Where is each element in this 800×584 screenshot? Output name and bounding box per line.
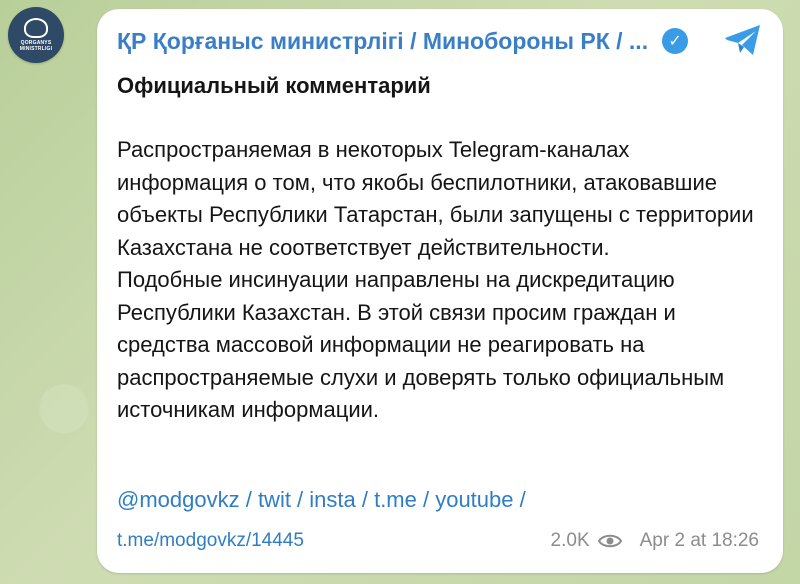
post-paragraph-1: Распространяемая в некоторых Telegram-ка… (117, 137, 754, 260)
post-link[interactable]: t.me/modgovkz/14445 (117, 526, 304, 556)
post-heading: Официальный комментарий (117, 73, 431, 98)
post-body: Распространяемая в некоторых Telegram-ка… (117, 134, 757, 427)
verified-badge-icon: ✓ (662, 28, 689, 54)
avatar-caption-line2: MINISTRLIGI (19, 46, 53, 52)
channel-avatar[interactable]: QORGANYS MINISTRLIGI (8, 7, 64, 63)
emblem-icon (24, 18, 48, 38)
view-count: 2.0K (550, 530, 590, 551)
channel-name[interactable]: ҚР Қорғаныс министрлігі / Минобороны РК … (117, 28, 648, 55)
post-paragraph-2: Подобные инсинуации направлены на дискре… (117, 267, 725, 422)
message-bubble: ҚР Қорғаныс министрлігі / Минобороны РК … (97, 9, 783, 573)
post-date: Apr 2 at 18:26 (639, 530, 759, 551)
channel-header: ҚР Қорғаныс министрлігі / Минобороны РК … (117, 23, 757, 59)
eye-icon (597, 534, 622, 548)
message-meta: 2.0K Apr 2 at 18:26 (551, 526, 759, 556)
social-links[interactable]: @modgovkz / twit / insta / t.me / youtub… (117, 487, 526, 513)
message-footer: t.me/modgovkz/14445 2.0K Apr 2 at 18:26 (97, 526, 783, 556)
telegram-share-icon[interactable] (723, 23, 763, 57)
